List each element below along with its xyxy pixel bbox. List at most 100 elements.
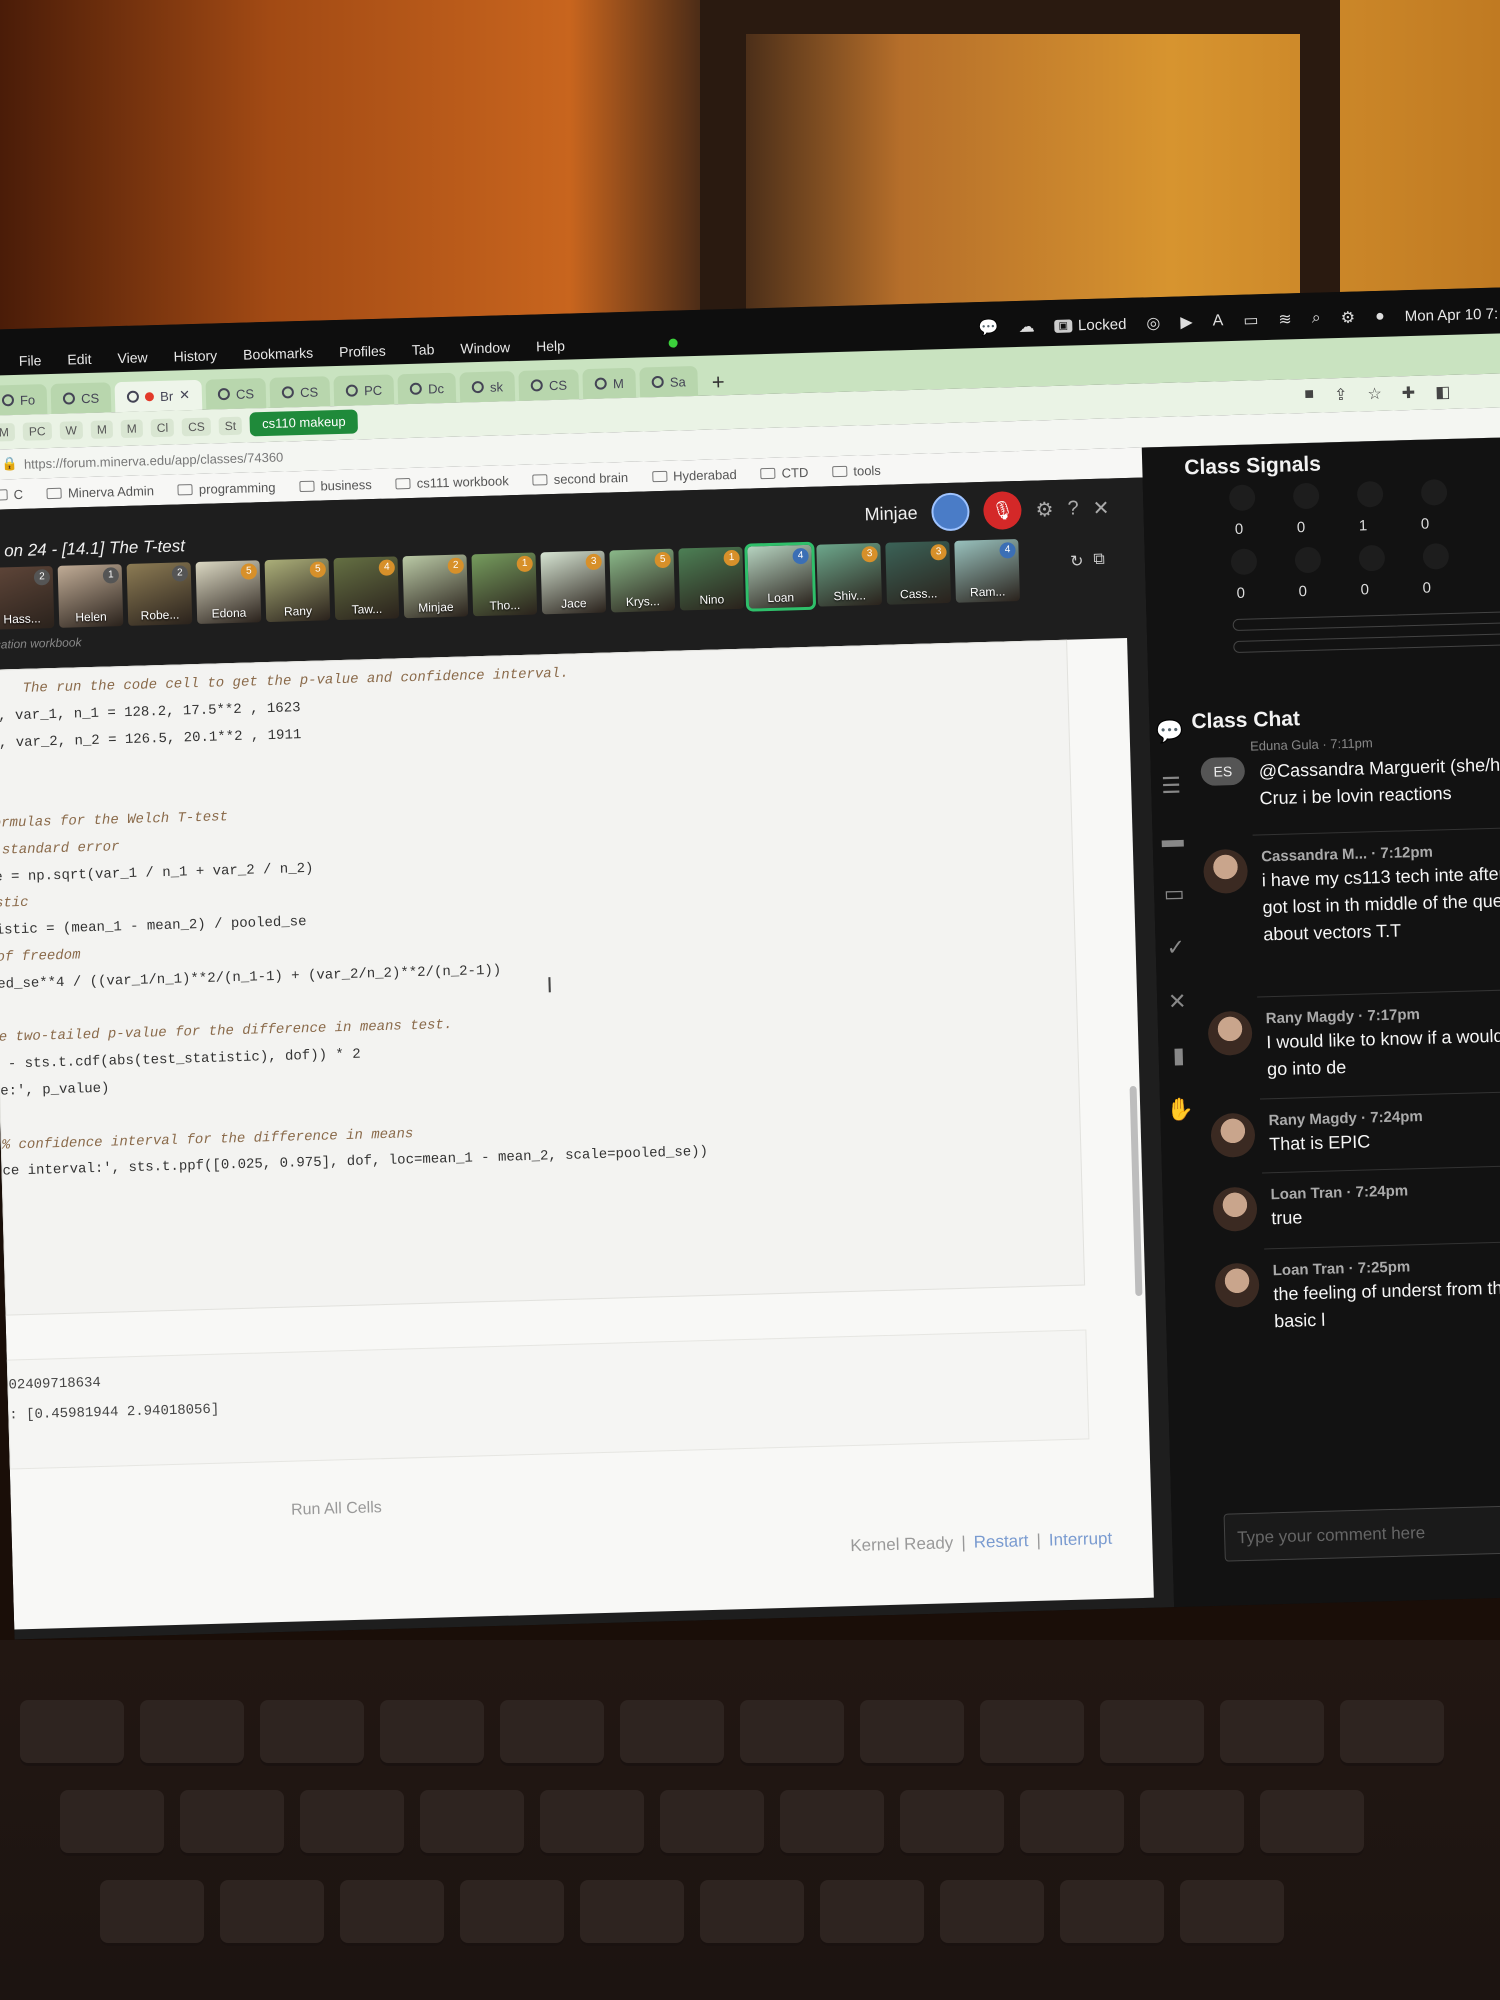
wifi-icon[interactable]: ≋	[1278, 309, 1292, 329]
pinned-tab[interactable]: Cl	[150, 418, 175, 438]
share-icon[interactable]: ⇪	[1334, 385, 1348, 405]
participant-tile[interactable]: 5 Edona	[195, 560, 262, 624]
notebook-scrollbar[interactable]	[1129, 1085, 1143, 1297]
browser-tab[interactable]: M	[582, 367, 637, 400]
list-icon[interactable]: ☰	[1161, 773, 1181, 800]
control-center-icon[interactable]: ⚙	[1340, 308, 1356, 328]
close-icon[interactable]: ✕	[1092, 495, 1109, 520]
settings-icon[interactable]: ⚙	[1035, 497, 1054, 522]
bookmark-item[interactable]: tools	[832, 462, 881, 478]
bookmark-item[interactable]: C	[0, 486, 23, 502]
bookmark-item[interactable]: CTD	[760, 464, 809, 480]
menu-item-edit[interactable]: Edit	[67, 351, 92, 368]
participant-tile[interactable]: 3 Shiv...	[816, 542, 883, 607]
extensions-icon[interactable]: ✚	[1402, 383, 1416, 403]
participant-tile[interactable]: 2 Robe...	[126, 562, 193, 626]
pinned-tab[interactable]: W	[59, 421, 84, 440]
participant-tile[interactable]: 1 Tho...	[471, 552, 538, 617]
play-icon[interactable]: ▶	[1180, 312, 1193, 332]
raise-hand-icon[interactable]: ✋	[1166, 1096, 1194, 1123]
participant-tile[interactable]: 4 Taw...	[333, 556, 400, 621]
help-icon[interactable]: ?	[1067, 497, 1079, 520]
browser-tab[interactable]: sk	[459, 371, 516, 403]
run-all-cells-button[interactable]: Run All Cells	[291, 1499, 382, 1520]
bookmark-item[interactable]: Hyderabad	[651, 466, 737, 483]
pinned-tab[interactable]: St	[218, 416, 243, 436]
participant-tile[interactable]: 3 Jace	[540, 550, 607, 615]
refresh-icon[interactable]: ↻	[1070, 551, 1084, 571]
comment-input[interactable]: Type your comment here	[1223, 1503, 1500, 1562]
participant-tile[interactable]: 1 Nino	[678, 546, 745, 611]
star-icon[interactable]: ☆	[1367, 384, 1382, 404]
battery-icon[interactable]: ▭	[1243, 310, 1259, 330]
browser-tab[interactable]: CS	[205, 377, 267, 410]
folder-icon[interactable]: ▬	[1161, 827, 1184, 854]
x-icon[interactable]: ✕	[1168, 989, 1187, 1016]
interrupt-kernel-link[interactable]: Interrupt	[1049, 1529, 1113, 1551]
tab-group-cs110-makeup[interactable]: cs110 makeup	[249, 408, 358, 436]
restart-kernel-link[interactable]: Restart	[973, 1531, 1028, 1553]
screen-icon[interactable]: ▭	[1163, 881, 1185, 908]
menu-item-profiles[interactable]: Profiles	[339, 343, 386, 360]
browser-tab[interactable]: CS	[518, 369, 580, 401]
bookmark-icon[interactable]: ▮	[1172, 1043, 1185, 1069]
pinned-tab[interactable]: M	[120, 419, 144, 439]
bookmark-item[interactable]: second brain	[532, 469, 628, 487]
menu-item-help[interactable]: Help	[536, 338, 565, 355]
keyboard-input-icon[interactable]: A	[1212, 312, 1223, 330]
participant-tile[interactable]: 4 Loan	[744, 541, 817, 612]
browser-tab[interactable]: CS	[50, 382, 112, 414]
menu-item-file[interactable]: File	[19, 352, 42, 369]
user-avatar[interactable]: ES	[1200, 756, 1246, 787]
participant-tile[interactable]: 2 Hass...	[0, 566, 55, 630]
code-editor[interactable]: The run the code cell to get the p-value…	[0, 651, 708, 1186]
browser-tab[interactable]: Fo	[0, 384, 48, 416]
chat-bubble-icon[interactable]: 💬	[978, 318, 998, 339]
pinned-tab[interactable]: M	[0, 423, 16, 442]
chat-icon[interactable]: 💬	[1156, 719, 1184, 746]
code-cell[interactable]: The run the code cell to get the p-value…	[0, 639, 1086, 1316]
participant-tile[interactable]: 1 Helen	[57, 564, 124, 628]
camera-icon[interactable]: ■	[1304, 386, 1314, 406]
menu-item-bookmarks[interactable]: Bookmarks	[243, 345, 313, 363]
user-avatar[interactable]	[1202, 848, 1249, 894]
menu-item-view[interactable]: View	[117, 349, 148, 366]
user-avatar[interactable]	[1207, 1010, 1253, 1056]
pinned-tab[interactable]: M	[90, 420, 114, 439]
siri-icon[interactable]: ●	[1375, 308, 1385, 326]
pinned-tab[interactable]: CS	[181, 417, 212, 437]
search-icon[interactable]: ⌕	[1312, 310, 1321, 328]
bookmark-item[interactable]: business	[299, 477, 372, 494]
host-avatar[interactable]	[931, 492, 971, 532]
bookmark-item[interactable]: Minerva Admin	[46, 483, 154, 501]
browser-tab[interactable]: Br ✕	[114, 379, 203, 413]
cloud-icon[interactable]: ☁	[1018, 317, 1035, 337]
bookmark-item[interactable]: programming	[177, 479, 276, 497]
participant-tile[interactable]: 5 Krys...	[609, 548, 676, 613]
browser-tab[interactable]: Dc	[397, 372, 457, 405]
menu-item-tab[interactable]: Tab	[412, 341, 435, 358]
participant-tile[interactable]: 5 Rany	[264, 558, 331, 623]
participant-tile[interactable]: 3 Cass...	[885, 540, 952, 605]
popout-icon[interactable]: ⧉	[1093, 551, 1105, 571]
locked-indicator[interactable]: ▣ Locked	[1054, 315, 1127, 334]
sidebar-icon[interactable]: ◧	[1435, 382, 1451, 402]
creative-cloud-icon[interactable]: ◎	[1146, 313, 1161, 333]
browser-tab[interactable]: PC	[333, 374, 395, 407]
bookmark-item[interactable]: cs111 workbook	[395, 473, 509, 491]
browser-tab[interactable]: Sa	[639, 365, 699, 398]
participant-tile[interactable]: 2 Minjae	[402, 554, 469, 619]
participant-tile[interactable]: 4 Ram...	[954, 539, 1020, 603]
user-avatar[interactable]	[1210, 1112, 1256, 1158]
browser-tab[interactable]: CS	[269, 376, 331, 408]
close-tab-icon[interactable]: ✕	[179, 387, 190, 403]
new-tab-button[interactable]: +	[701, 369, 735, 396]
pinned-tab[interactable]: PC	[22, 421, 52, 441]
menu-item-history[interactable]: History	[173, 347, 217, 364]
mic-muted-icon[interactable]: 🎙	[983, 490, 1023, 530]
user-avatar[interactable]	[1212, 1186, 1258, 1232]
user-avatar[interactable]	[1214, 1262, 1260, 1308]
menu-item-window[interactable]: Window	[460, 339, 510, 356]
check-icon[interactable]: ✓	[1166, 935, 1185, 962]
menubar-clock[interactable]: Mon Apr 10 7:	[1405, 305, 1499, 325]
